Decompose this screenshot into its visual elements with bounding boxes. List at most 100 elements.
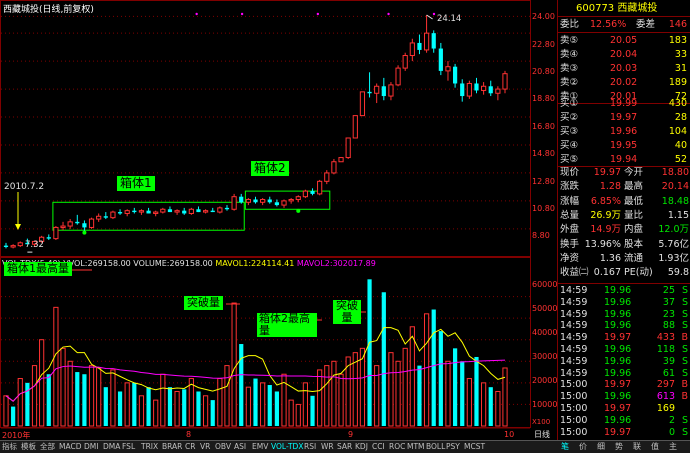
- quote-panel-tab[interactable]: 细: [597, 441, 605, 453]
- indicator-tab-macd[interactable]: MACD: [59, 441, 81, 453]
- indicator-tab-dma[interactable]: DMA: [103, 441, 120, 453]
- indicator-tab-mcst[interactable]: MCST: [464, 441, 485, 453]
- indicator-tab-psy[interactable]: PSY: [446, 441, 460, 453]
- volume-bar: [31, 365, 38, 427]
- candle-body: [188, 208, 194, 214]
- indicator-tab-emv[interactable]: EMV: [252, 441, 268, 453]
- candle-body: [224, 207, 230, 210]
- price-tick: 20.80: [532, 67, 555, 76]
- trade-tick-row[interactable]: 14:59 19.96 25 S: [558, 285, 690, 297]
- stock-name-row: 600773 西藏城投: [558, 2, 690, 16]
- candle-body: [60, 225, 66, 228]
- indicator-tab-指标[interactable]: 指标: [2, 441, 17, 453]
- candle-body: [438, 48, 443, 71]
- quote-panel-tab[interactable]: 笔: [561, 441, 569, 453]
- quote-label: 涨跌: [560, 181, 580, 193]
- quote-label: 外盘: [560, 224, 580, 236]
- indicator-tab-trix[interactable]: TRIX: [141, 441, 158, 453]
- indicator-tab-brar[interactable]: BRAR: [162, 441, 182, 453]
- tick-time: 15:00: [560, 403, 588, 414]
- indicator-tab-kdj[interactable]: KDJ: [355, 441, 368, 453]
- indicator-tab-vr[interactable]: VR: [200, 441, 210, 453]
- volume-bar: [174, 390, 180, 427]
- indicator-tab-obv[interactable]: OBV: [215, 441, 231, 453]
- quote-panel-tab[interactable]: 值: [651, 441, 659, 453]
- trade-tick-row[interactable]: 14:59 19.96 118 S: [558, 344, 690, 356]
- trade-tick-row[interactable]: 15:00 19.97 169: [558, 403, 690, 415]
- breakout-volume-label-2: 突破量: [333, 300, 361, 324]
- tick-price: 19.96: [604, 367, 632, 379]
- trade-tick-row[interactable]: 15:00 19.96 613 B: [558, 391, 690, 403]
- indicator-tab-cci[interactable]: CCI: [372, 441, 385, 453]
- indicator-tab-fsl[interactable]: FSL: [122, 441, 135, 453]
- bid-row[interactable]: 买② 19.97 28: [558, 111, 690, 125]
- indicator-tab-sar[interactable]: SAR: [337, 441, 352, 453]
- ask-row[interactable]: 卖⑤ 20.05 183: [558, 34, 690, 48]
- event-marker: [316, 12, 320, 16]
- trade-tick-row[interactable]: 15:00 19.97 0 S: [558, 427, 690, 439]
- trade-tick-row[interactable]: 14:59 19.96 88 S: [558, 320, 690, 332]
- volume-bar: [210, 400, 215, 426]
- indicator-tab-boll[interactable]: BOLL: [426, 441, 445, 453]
- indicator-tab-全部[interactable]: 全部: [40, 441, 55, 453]
- bid-row[interactable]: 买③ 19.96 104: [558, 125, 690, 139]
- volume-value: VOLUME:269158.00: [133, 259, 213, 268]
- candle-body: [75, 221, 80, 224]
- kline-chart[interactable]: [0, 0, 556, 440]
- tick-price: 19.96: [604, 414, 632, 426]
- tick-volume: 23: [662, 308, 675, 320]
- ask-level-label: 卖⑤: [560, 35, 579, 46]
- indicator-tab-roc[interactable]: ROC: [389, 441, 405, 453]
- volume-bar: [146, 387, 151, 426]
- kline-chart-area[interactable]: [0, 0, 556, 440]
- indicator-tab-wr[interactable]: WR: [321, 441, 334, 453]
- indicator-tab-模板[interactable]: 模板: [21, 441, 36, 453]
- date-axis-month-8: 8: [186, 430, 192, 439]
- bid-row[interactable]: 买① 19.99 430: [558, 97, 690, 111]
- vvol-value: VVOL:269158.00: [63, 259, 131, 268]
- quote-value: 1.36: [599, 252, 621, 264]
- volume-bar: [182, 389, 187, 426]
- chart-title: 西藏城投(日线,前复权): [3, 5, 94, 15]
- trade-tick-row[interactable]: 14:59 19.96 37 S: [558, 297, 690, 309]
- trade-tick-row[interactable]: 15:00 19.96 2 S: [558, 415, 690, 427]
- tick-direction: B: [681, 391, 688, 403]
- indicator-tab-rsi[interactable]: RSI: [304, 441, 316, 453]
- volume-bar: [388, 352, 394, 427]
- indicator-tab-vol-tdx[interactable]: VOL-TDX: [271, 441, 303, 453]
- tick-price: 19.97: [604, 403, 632, 414]
- quote-value: 18.80: [661, 167, 689, 178]
- volume-bar: [75, 372, 80, 426]
- trade-tick-row[interactable]: 14:59 19.96 23 S: [558, 309, 690, 321]
- indicator-tab-dmi[interactable]: DMI: [84, 441, 98, 453]
- ask-row[interactable]: 卖④ 20.04 33: [558, 48, 690, 62]
- bid-volume: 104: [668, 126, 687, 137]
- bid-row[interactable]: 买⑤ 19.94 52: [558, 153, 690, 167]
- ask-row[interactable]: 卖② 20.02 189: [558, 76, 690, 90]
- tick-volume: 88: [662, 320, 675, 332]
- quote-panel-tab[interactable]: 势: [615, 441, 623, 453]
- box1-max-volume-label: 箱体1最高量: [4, 262, 72, 276]
- tick-volume: 0: [668, 426, 675, 438]
- tick-time: 14:59: [560, 367, 588, 379]
- trade-tick-row[interactable]: 14:59 19.96 39 S: [558, 356, 690, 368]
- indicator-tab-mtm[interactable]: MTM: [407, 441, 425, 453]
- bid-row[interactable]: 买④ 19.95 40: [558, 139, 690, 153]
- quote-panel-tab[interactable]: 联: [633, 441, 641, 453]
- indicator-tab-cr[interactable]: CR: [185, 441, 195, 453]
- quote-panel-tab[interactable]: 主: [669, 441, 677, 453]
- candle-body: [381, 86, 386, 97]
- volume-bar: [495, 390, 501, 427]
- ask-row[interactable]: 卖③ 20.03 31: [558, 62, 690, 76]
- trade-tick-row[interactable]: 14:59 19.97 433 B: [558, 332, 690, 344]
- ask-level-label: 卖②: [560, 77, 579, 88]
- trade-tick-row[interactable]: 15:00 19.97 297 B: [558, 379, 690, 391]
- candle-body: [117, 212, 123, 214]
- tick-volume: 25: [662, 285, 675, 296]
- volume-bar: [502, 367, 508, 427]
- indicator-tab-asi[interactable]: ASI: [234, 441, 246, 453]
- quote-panel-tab[interactable]: 价: [579, 441, 587, 453]
- volume-tick: 60000: [532, 280, 558, 289]
- trade-tick-row[interactable]: 14:59 19.96 61 S: [558, 368, 690, 380]
- quote-value: 1.15: [667, 209, 689, 221]
